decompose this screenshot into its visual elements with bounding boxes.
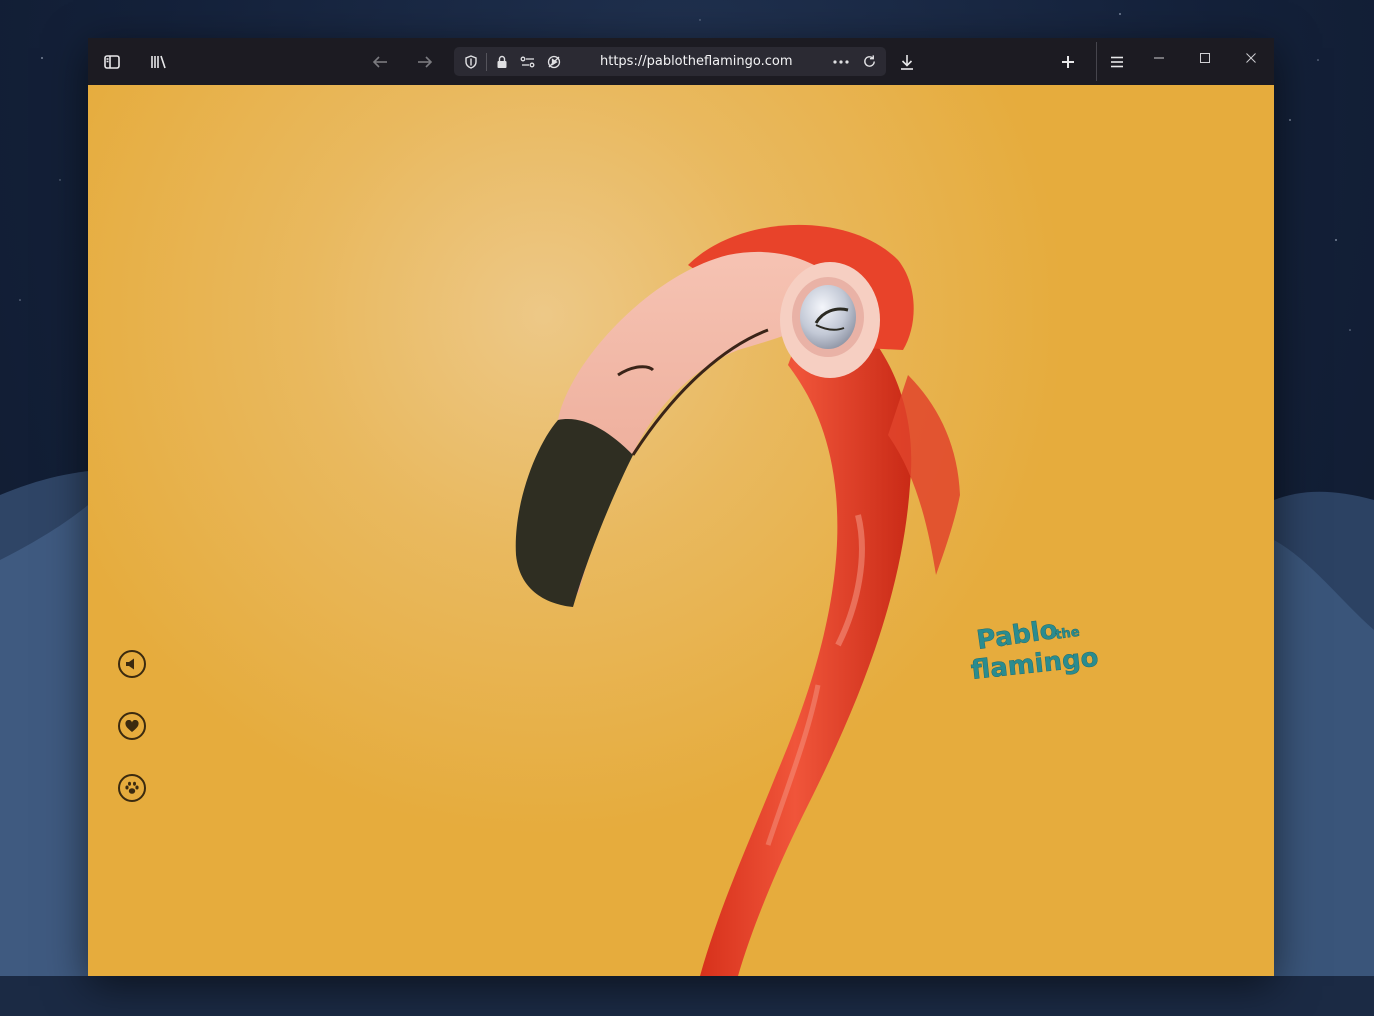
sound-toggle-button[interactable] xyxy=(118,650,146,678)
download-icon[interactable] xyxy=(891,46,923,78)
flamingo-illustration[interactable] xyxy=(88,85,1274,976)
paw-button[interactable] xyxy=(118,774,146,802)
heart-icon xyxy=(125,719,139,732)
sidebar-icon[interactable] xyxy=(96,46,128,78)
url-text[interactable]: https://pablotheflamingo.com xyxy=(600,47,793,76)
more-dots-icon[interactable] xyxy=(830,51,852,73)
new-tab-plus-icon[interactable] xyxy=(1052,46,1084,78)
page-content: Pablo the flamingo xyxy=(88,85,1274,976)
pablo-the-flamingo-logo[interactable]: Pablo the flamingo xyxy=(970,615,1110,695)
like-button[interactable] xyxy=(118,712,146,740)
minimize-icon[interactable] xyxy=(1139,44,1179,72)
reload-icon[interactable] xyxy=(858,51,880,73)
lock-icon[interactable] xyxy=(491,51,513,73)
browser-window: https://pablotheflamingo.com Pablo the f… xyxy=(88,38,1274,976)
toolbar-divider xyxy=(1096,42,1097,81)
svg-text:the: the xyxy=(1054,625,1080,643)
library-icon[interactable] xyxy=(142,46,174,78)
browser-toolbar: https://pablotheflamingo.com xyxy=(88,38,1274,85)
permissions-icon[interactable] xyxy=(517,51,539,73)
address-bar[interactable]: https://pablotheflamingo.com xyxy=(454,47,886,76)
autoplay-blocked-icon[interactable] xyxy=(543,51,565,73)
back-arrow-icon[interactable] xyxy=(364,46,396,78)
hamburger-menu-icon[interactable] xyxy=(1101,46,1133,78)
close-icon[interactable] xyxy=(1231,44,1271,72)
maximize-icon[interactable] xyxy=(1185,44,1225,72)
url-separator xyxy=(486,52,487,71)
shield-icon[interactable] xyxy=(460,51,482,73)
speaker-icon xyxy=(126,658,134,670)
paw-icon xyxy=(125,781,139,794)
forward-arrow-icon[interactable] xyxy=(409,46,441,78)
